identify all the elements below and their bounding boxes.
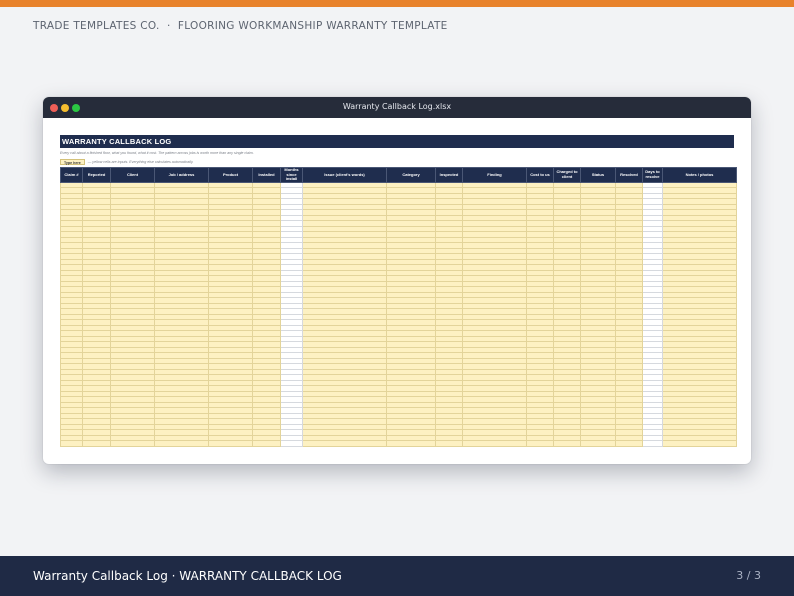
input-cell[interactable] <box>208 440 253 447</box>
footer-title: Warranty Callback Log · WARRANTY CALLBAC… <box>33 569 342 583</box>
column-header[interactable]: Category <box>386 167 436 183</box>
type-here-badge: Type here <box>60 158 85 165</box>
input-cell[interactable] <box>302 440 387 447</box>
column-header[interactable]: Reported <box>82 167 111 183</box>
input-cell[interactable] <box>386 440 436 447</box>
calculated-cell <box>642 440 663 447</box>
column-header[interactable]: Charged to client <box>553 167 581 183</box>
document-title: FLOORING WORKMANSHIP WARRANTY TEMPLATE <box>177 20 448 32</box>
input-cell[interactable] <box>60 440 83 447</box>
header-separator: · <box>166 20 171 32</box>
table-row <box>60 440 737 447</box>
column-header[interactable]: Finding <box>462 167 527 183</box>
column-header[interactable]: Issue (client's words) <box>302 167 387 183</box>
page-header: TRADE TEMPLATES CO. · FLOORING WORKMANSH… <box>33 20 448 32</box>
column-header[interactable]: Days to resolve <box>642 167 663 183</box>
input-cell[interactable] <box>435 440 463 447</box>
spreadsheet-window: Warranty Callback Log.xlsx WARRANTY CALL… <box>43 97 751 464</box>
window-titlebar[interactable]: Warranty Callback Log.xlsx <box>43 97 751 118</box>
input-cell[interactable] <box>615 440 643 447</box>
page-number: 3 / 3 <box>736 569 761 582</box>
table-header-row: Claim # Reported Client Job / address Produc… <box>60 167 737 183</box>
input-cell[interactable] <box>662 440 737 447</box>
sheet-subtitle: Every call about a finished floor, what … <box>60 151 254 155</box>
input-cell[interactable] <box>154 440 209 447</box>
page-footer: Warranty Callback Log · WARRANTY CALLBAC… <box>0 556 794 596</box>
input-cell[interactable] <box>580 440 616 447</box>
input-cell[interactable] <box>462 440 527 447</box>
column-header[interactable]: Status <box>580 167 616 183</box>
calculated-cell <box>280 440 303 447</box>
column-header[interactable]: Inspected <box>435 167 463 183</box>
sheet-title: WARRANTY CALLBACK LOG <box>60 135 734 148</box>
column-header[interactable]: Resolved <box>615 167 643 183</box>
top-accent-stripe <box>0 0 794 7</box>
input-cell[interactable] <box>82 440 111 447</box>
column-header[interactable]: Months since install <box>280 167 303 183</box>
column-header[interactable]: Product <box>208 167 253 183</box>
window-title: Warranty Callback Log.xlsx <box>342 102 452 111</box>
column-header[interactable]: Notes / photos <box>662 167 737 183</box>
input-cell[interactable] <box>110 440 155 447</box>
input-cell[interactable] <box>553 440 581 447</box>
callback-log-table: Claim # Reported Client Job / address Produc… <box>60 167 737 447</box>
worksheet: WARRANTY CALLBACK LOG Every call about a… <box>60 135 737 447</box>
column-header[interactable]: Claim # <box>60 167 83 183</box>
brand-name: TRADE TEMPLATES CO. <box>33 20 160 32</box>
input-legend-note: — yellow cells are inputs. Everything el… <box>87 159 194 164</box>
input-cell[interactable] <box>252 440 281 447</box>
column-header[interactable]: Client <box>110 167 155 183</box>
column-header[interactable]: Cost to us <box>526 167 554 183</box>
input-cell[interactable] <box>526 440 554 447</box>
input-legend: Type here — yellow cells are inputs. Eve… <box>60 158 734 165</box>
column-header[interactable]: Installed <box>252 167 281 183</box>
column-header[interactable]: Job / address <box>154 167 209 183</box>
